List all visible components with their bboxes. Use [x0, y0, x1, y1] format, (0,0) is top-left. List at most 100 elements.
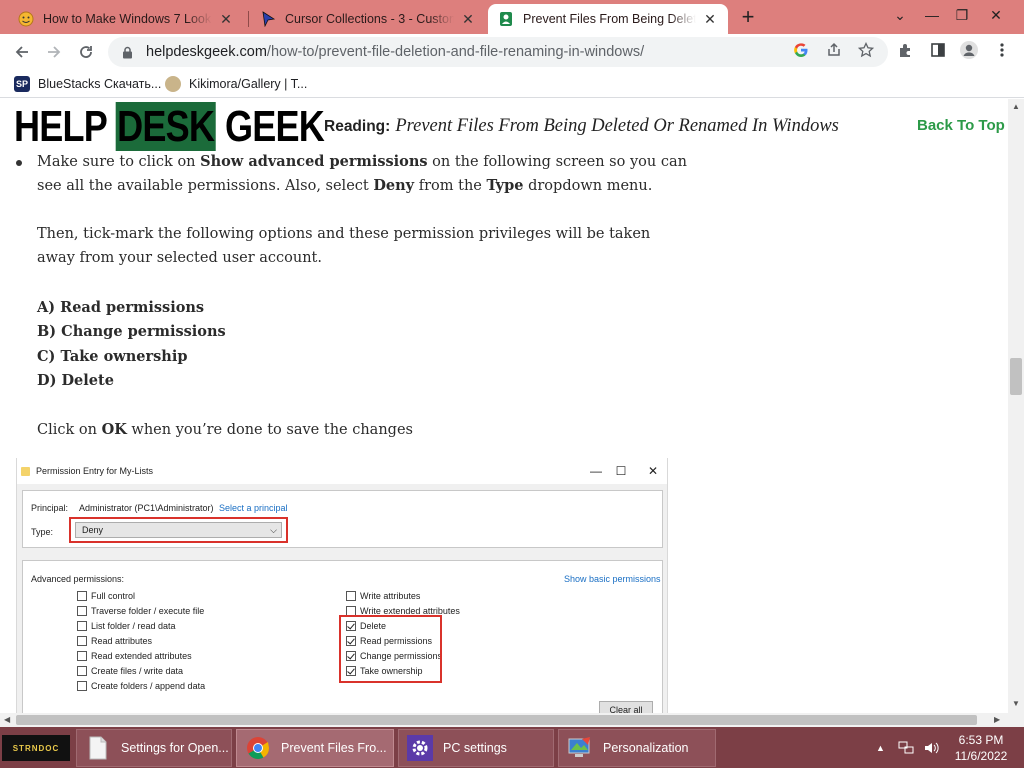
forward-button[interactable]	[40, 38, 68, 66]
google-icon[interactable]	[792, 41, 810, 59]
person-bookmark-icon	[498, 11, 514, 27]
close-tab-icon[interactable]: ✕	[218, 11, 234, 27]
new-tab-button[interactable]: +	[736, 6, 760, 30]
clock[interactable]: 6:53 PM 11/6/2022	[948, 732, 1014, 764]
emoji-face-icon	[18, 11, 34, 27]
tab-search-button[interactable]: ⌄	[884, 0, 916, 30]
bookmarks-bar: SP BlueStacks Скачать... Kikimora/Galler…	[0, 70, 1024, 98]
tab-separator	[248, 11, 249, 27]
bookmark-star-icon[interactable]	[857, 41, 875, 59]
reload-button[interactable]	[72, 38, 100, 66]
share-icon[interactable]	[825, 41, 843, 59]
checkbox-icon	[77, 591, 87, 601]
article-line: Then, tick-mark the following options an…	[37, 226, 651, 242]
highlight-box-permissions	[339, 615, 442, 683]
h-scroll-thumb[interactable]	[16, 715, 977, 725]
bookmark-bluestacks[interactable]: SP BlueStacks Скачать...	[14, 75, 161, 93]
close-tab-icon[interactable]: ✕	[702, 11, 718, 27]
tab-title: Cursor Collections - 3 - Custom Cu	[285, 12, 454, 26]
reload-icon	[80, 46, 92, 58]
extensions-icon[interactable]	[897, 41, 915, 59]
article-line: Make sure to click on Show advanced perm…	[37, 153, 687, 170]
reading-title: Prevent Files From Being Deleted Or Rena…	[395, 116, 839, 136]
tab-prevent-files[interactable]: Prevent Files From Being Deleted ✕	[488, 4, 728, 34]
tab-title: How to Make Windows 7 Look Like	[43, 12, 212, 26]
taskbar-item-pc-settings[interactable]: PC settings	[398, 729, 554, 767]
dialog-maximize-icon: ☐	[615, 464, 627, 478]
horizontal-scrollbar[interactable]: ◀ ▶	[0, 713, 1024, 727]
close-tab-icon[interactable]: ✕	[460, 11, 476, 27]
taskbar: STRNDOC Settings for Open... Prevent Fil…	[0, 727, 1024, 768]
article-line: see all the available permissions. Also,…	[37, 177, 653, 194]
bookmark-kikimora[interactable]: Kikimora/Gallery | T...	[165, 75, 307, 93]
network-icon[interactable]	[898, 727, 914, 768]
scroll-right-arrow-icon[interactable]: ▶	[994, 715, 1000, 724]
principal-label: Principal:	[31, 503, 69, 513]
perm-checkbox: Read extended attributes	[77, 650, 192, 662]
reading-indicator: Reading: Prevent Files From Being Deleted…	[324, 116, 839, 137]
advanced-permissions-group: Advanced permissions: Show basic permiss…	[22, 560, 663, 713]
show-hidden-icons-icon[interactable]: ▲	[876, 727, 885, 768]
article-line: Click on OK when you’re done to save the…	[37, 421, 413, 438]
web-page: HELP DESK GEEK Reading: Prevent Files Fro…	[0, 99, 1008, 713]
bullet-dot	[16, 160, 22, 166]
gear-icon	[407, 735, 433, 761]
volume-icon[interactable]	[924, 727, 940, 768]
vertical-scrollbar[interactable]: ▲ ▼	[1008, 99, 1024, 713]
menu-dots-icon[interactable]	[993, 41, 1011, 59]
show-basic-permissions-link: Show basic permissions	[564, 574, 661, 584]
scroll-thumb[interactable]	[1010, 358, 1022, 395]
back-button[interactable]	[8, 38, 36, 66]
close-window-button[interactable]: ✕	[980, 0, 1012, 30]
minimize-button[interactable]: —	[916, 0, 948, 30]
profile-avatar[interactable]	[960, 41, 978, 59]
perm-checkbox: Traverse folder / execute file	[77, 605, 204, 617]
taskbar-item-settings[interactable]: Settings for Open...	[76, 729, 232, 767]
principal-group: Principal: Administrator (PC1\Administra…	[22, 490, 663, 548]
dialog-titlebar: Permission Entry for My-Lists	[17, 458, 667, 484]
dialog-title: Permission Entry for My-Lists	[36, 466, 154, 476]
checkbox-icon	[77, 651, 87, 661]
option-item: C) Take ownership	[37, 348, 188, 365]
cursor-arrow-icon	[260, 11, 276, 27]
option-item: A) Read permissions	[37, 299, 205, 316]
tab-cursor-collections[interactable]: Cursor Collections - 3 - Custom Cu ✕	[250, 4, 486, 34]
back-to-top-link[interactable]: Back To Top	[917, 117, 1005, 134]
tab-title: Prevent Files From Being Deleted	[523, 12, 696, 26]
forward-arrow-icon	[48, 46, 61, 58]
kikimora-icon	[165, 76, 181, 92]
scroll-left-arrow-icon[interactable]: ◀	[4, 715, 10, 724]
advanced-permissions-label: Advanced permissions:	[31, 574, 125, 584]
scroll-up-arrow-icon[interactable]: ▲	[1012, 102, 1020, 111]
restore-button[interactable]: ❐	[946, 0, 978, 30]
checkbox-icon	[77, 606, 87, 616]
tab-strip: How to Make Windows 7 Look Like ✕ Cursor…	[0, 0, 1024, 34]
taskbar-item-chrome[interactable]: Prevent Files Fro...	[236, 729, 394, 767]
article-line: away from your selected user account.	[37, 250, 322, 266]
chrome-icon	[245, 735, 271, 761]
bluestacks-icon: SP	[14, 76, 30, 92]
site-logo[interactable]: HELP DESK GEEK	[14, 102, 325, 151]
scroll-down-arrow-icon[interactable]: ▼	[1012, 699, 1020, 708]
url-path: /how-to/prevent-file-deletion-and-file-r…	[266, 44, 645, 60]
taskbar-item-personalization[interactable]: Personalization	[558, 729, 716, 767]
document-icon	[85, 735, 111, 761]
side-panel-icon[interactable]	[929, 41, 947, 59]
back-arrow-icon	[15, 46, 28, 58]
checkbox-icon	[346, 591, 356, 601]
start-button[interactable]: STRNDOC	[2, 735, 70, 761]
checkbox-icon	[77, 636, 87, 646]
checkbox-icon	[77, 666, 87, 676]
address-bar[interactable]: helpdeskgeek.com/how-to/prevent-file-del…	[108, 37, 888, 67]
perm-checkbox: Write attributes	[346, 590, 420, 602]
browser-toolbar: helpdeskgeek.com/how-to/prevent-file-del…	[0, 34, 1024, 70]
option-item: B) Change permissions	[37, 323, 226, 340]
perm-checkbox: Read attributes	[77, 635, 152, 647]
principal-value: Administrator (PC1\Administrator)	[79, 503, 214, 513]
lock-icon	[120, 46, 134, 59]
bookmark-label: Kikimora/Gallery | T...	[189, 77, 308, 91]
clear-all-button: Clear all	[599, 701, 653, 713]
permission-entry-screenshot: Permission Entry for My-Lists — ☐ ✕ Prin…	[16, 458, 668, 713]
tab-windows7-look[interactable]: How to Make Windows 7 Look Like ✕	[8, 4, 244, 34]
perm-checkbox: Create files / write data	[77, 665, 183, 677]
